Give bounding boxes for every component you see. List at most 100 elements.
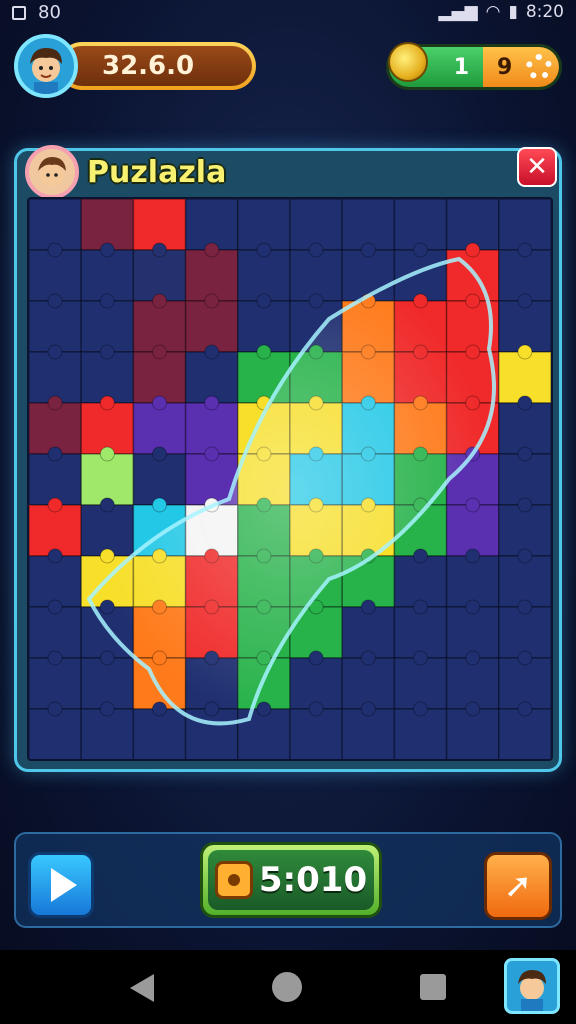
puzzle-piece[interactable] [132, 351, 187, 404]
puzzle-piece[interactable] [289, 657, 343, 710]
puzzle-grid[interactable] [29, 199, 551, 759]
puzzle-piece[interactable] [498, 555, 551, 608]
score-value: 32.6.0 [102, 51, 195, 81]
puzzle-piece[interactable] [29, 555, 82, 608]
puzzle-piece[interactable] [132, 199, 187, 251]
puzzle-piece[interactable] [498, 300, 551, 353]
puzzle-piece-tab [99, 242, 115, 258]
puzzle-piece-tab [99, 293, 115, 309]
puzzle-piece[interactable] [498, 351, 551, 404]
home-icon[interactable] [272, 972, 302, 1002]
puzzle-piece[interactable] [498, 504, 551, 557]
puzzle-piece[interactable] [341, 657, 396, 710]
puzzle-piece[interactable] [445, 504, 500, 557]
notification-icon [12, 5, 26, 20]
puzzle-piece-tab [360, 650, 376, 666]
puzzle-piece[interactable] [498, 199, 551, 251]
puzzle-piece[interactable] [29, 504, 82, 557]
puzzle-piece[interactable] [29, 351, 82, 404]
puzzle-icon [214, 861, 253, 899]
puzzle-piece-tab [413, 599, 428, 615]
nav-avatar-icon[interactable] [504, 958, 560, 1014]
recent-icon[interactable] [420, 974, 446, 1000]
puzzle-piece[interactable] [80, 657, 135, 710]
puzzle-piece[interactable] [132, 402, 187, 455]
puzzle-piece[interactable] [132, 249, 187, 302]
puzzle-piece-tab [47, 497, 63, 513]
puzzle-piece[interactable] [445, 606, 500, 659]
puzzle-piece[interactable] [80, 249, 135, 302]
puzzle-piece[interactable] [29, 657, 82, 710]
puzzle-piece[interactable] [393, 606, 448, 659]
puzzle-piece[interactable] [184, 300, 239, 353]
puzzle-piece-tab [152, 344, 167, 360]
puzzle-piece[interactable] [29, 249, 82, 302]
puzzle-piece-tab [204, 395, 220, 411]
puzzle-piece-tab [517, 548, 533, 564]
puzzle-piece-tab [47, 548, 63, 564]
puzzle-piece[interactable] [80, 402, 135, 455]
puzzle-piece[interactable] [184, 249, 239, 302]
puzzle-piece[interactable] [132, 300, 187, 353]
puzzle-piece[interactable] [80, 300, 135, 353]
puzzle-panel: Puzlazla ✕ [14, 145, 562, 772]
puzzle-piece-tab [152, 446, 167, 462]
puzzle-piece[interactable] [184, 402, 239, 455]
puzzle-piece[interactable] [393, 657, 448, 710]
puzzle-piece[interactable] [29, 300, 82, 353]
puzzle-piece-tab [152, 701, 167, 717]
status-left: 80 [12, 2, 61, 23]
player-avatar[interactable] [14, 34, 78, 98]
puzzle-piece[interactable] [29, 606, 82, 659]
footer-bar: 5:010 ➚ [14, 832, 562, 928]
play-button[interactable] [28, 852, 94, 918]
puzzle-piece[interactable] [184, 351, 239, 404]
puzzle-piece-tab [308, 701, 324, 717]
puzzle-piece[interactable] [289, 249, 343, 302]
puzzle-board[interactable] [27, 197, 553, 761]
timer-button[interactable]: 5:010 [200, 842, 382, 918]
puzzle-piece-tab [99, 395, 115, 411]
puzzle-piece[interactable] [341, 199, 396, 251]
close-button[interactable]: ✕ [517, 147, 557, 187]
puzzle-piece-tab [360, 242, 376, 258]
puzzle-piece[interactable] [29, 402, 82, 455]
puzzle-piece[interactable] [80, 453, 135, 506]
puzzle-piece[interactable] [80, 199, 135, 251]
puzzle-piece[interactable] [498, 249, 551, 302]
puzzle-piece[interactable] [132, 453, 187, 506]
puzzle-piece[interactable] [29, 453, 82, 506]
back-icon[interactable] [130, 974, 154, 1002]
puzzle-piece[interactable] [237, 199, 291, 251]
puzzle-piece-tab [517, 293, 533, 309]
puzzle-piece[interactable] [80, 351, 135, 404]
puzzle-piece[interactable] [393, 555, 448, 608]
play-icon [51, 868, 77, 902]
puzzle-piece[interactable] [498, 606, 551, 659]
puzzle-piece[interactable] [498, 453, 551, 506]
coin-count: 1 [453, 54, 469, 80]
puzzle-piece[interactable] [289, 199, 343, 251]
coin-icon [388, 42, 428, 82]
puzzle-piece[interactable] [445, 555, 500, 608]
puzzle-piece[interactable] [445, 199, 500, 251]
puzzle-piece-tab [47, 242, 63, 258]
puzzle-piece[interactable] [445, 657, 500, 710]
puzzle-piece-tab [517, 497, 533, 513]
puzzle-piece[interactable] [393, 199, 448, 251]
puzzle-piece[interactable] [498, 657, 551, 710]
puzzle-piece[interactable] [184, 199, 239, 251]
gear-icon[interactable] [526, 54, 553, 80]
puzzle-piece[interactable] [80, 504, 135, 557]
puzzle-piece-tab [47, 650, 63, 666]
puzzle-piece[interactable] [498, 402, 551, 455]
puzzle-piece[interactable] [29, 199, 82, 251]
puzzle-piece[interactable] [237, 249, 291, 302]
puzzle-piece[interactable] [237, 300, 291, 353]
timer-value: 5:010 [258, 860, 368, 900]
puzzle-piece-tab [99, 548, 115, 564]
avatar-icon [30, 48, 62, 94]
puzzle-piece[interactable] [341, 606, 396, 659]
share-button[interactable]: ➚ [484, 852, 552, 920]
puzzle-piece-tab [47, 293, 63, 309]
